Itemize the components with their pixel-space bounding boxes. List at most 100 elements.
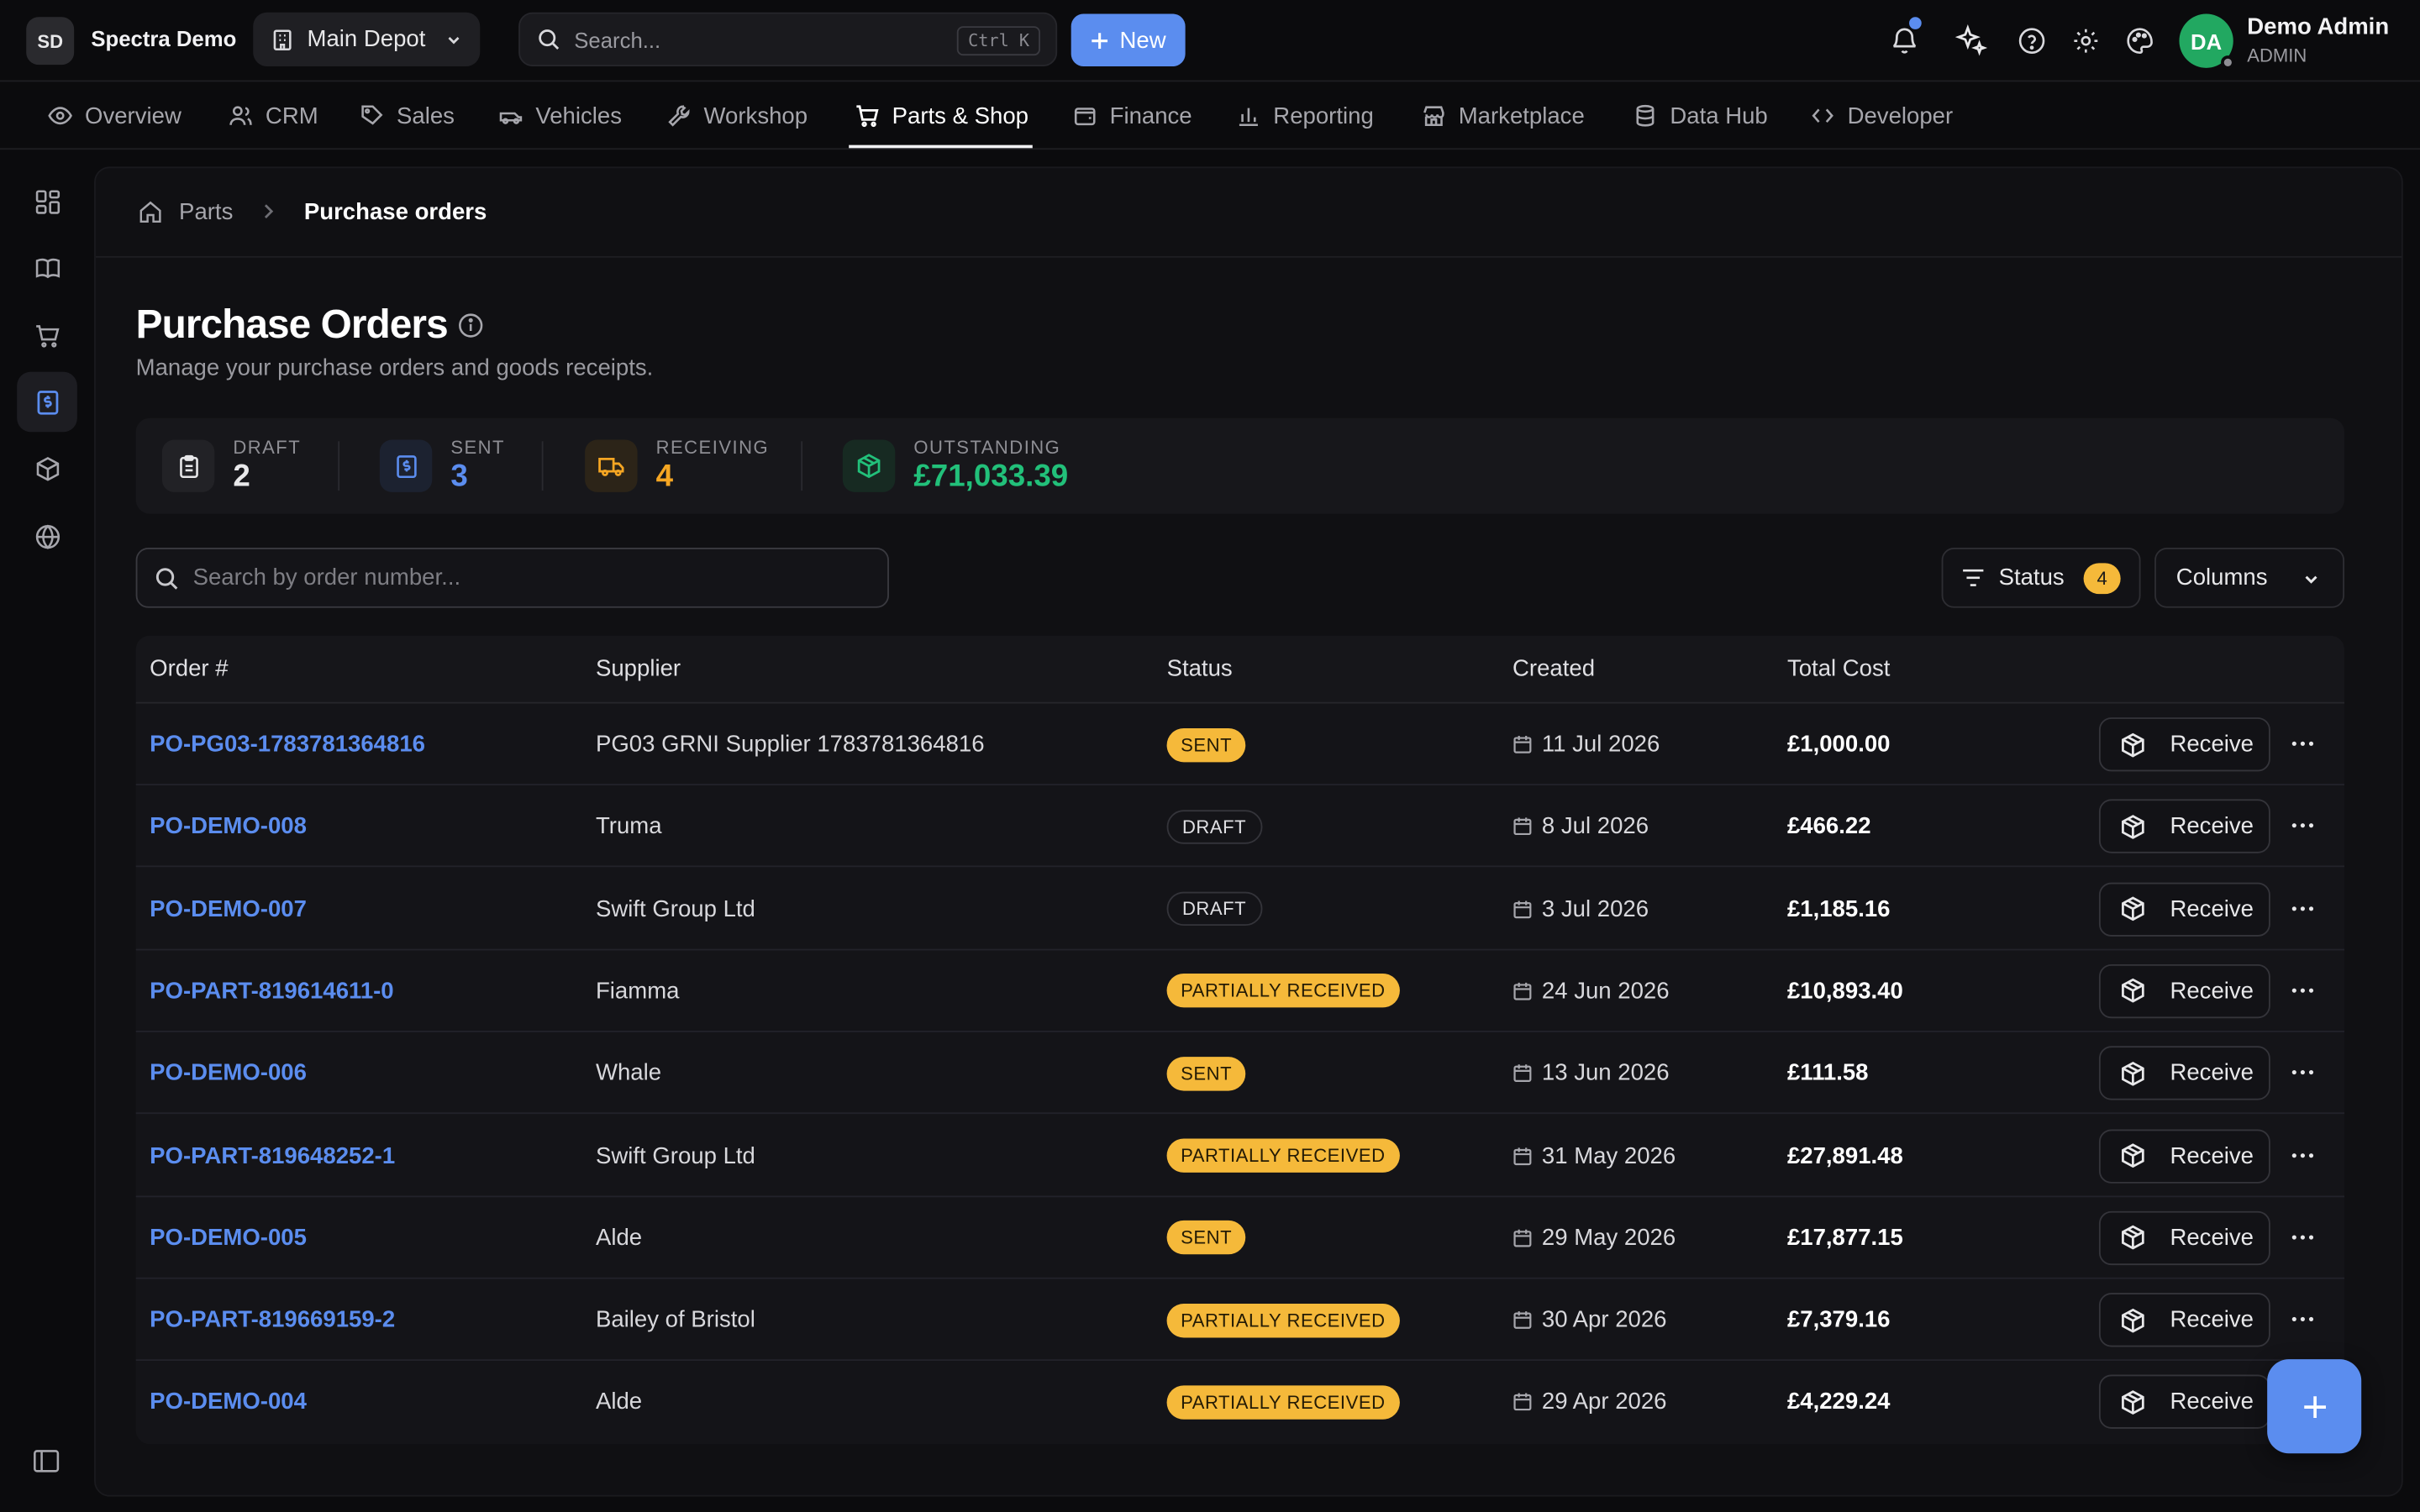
nav-overview[interactable]: Overview bbox=[48, 81, 182, 150]
row-actions-button[interactable] bbox=[2284, 890, 2321, 927]
table-row[interactable]: PO-DEMO-006 Whale SENT 13 Jun 2026 £111.58 Re… bbox=[135, 1032, 2345, 1115]
org-badge[interactable]: SD bbox=[26, 17, 75, 66]
global-search[interactable]: Search... Ctrl K bbox=[518, 12, 1058, 66]
column-header-order[interactable]: Order # bbox=[150, 656, 228, 682]
add-fab-button[interactable] bbox=[2267, 1359, 2362, 1454]
sidebar-toggle-button[interactable] bbox=[31, 1446, 62, 1477]
order-number-link[interactable]: PO-DEMO-006 bbox=[150, 1032, 307, 1114]
row-actions-button[interactable] bbox=[2284, 807, 2321, 844]
divider bbox=[541, 441, 544, 491]
depot-selector[interactable]: Main Depot bbox=[253, 12, 481, 66]
rail-inventory[interactable] bbox=[17, 438, 77, 499]
created-date: 31 May 2026 bbox=[1512, 1115, 1676, 1196]
divider bbox=[95, 255, 2402, 258]
nav-sales[interactable]: Sales bbox=[360, 81, 455, 150]
order-search-input[interactable]: Search by order number... bbox=[135, 548, 889, 608]
nav-parts-shop[interactable]: Parts & Shop bbox=[855, 81, 1028, 150]
table-row[interactable]: PO-DEMO-004 Alde PARTIALLY RECEIVED 29 Apr … bbox=[136, 1362, 2344, 1443]
order-number-link[interactable]: PO-PG03-1783781364816 bbox=[150, 704, 425, 785]
settings-button[interactable] bbox=[2066, 22, 2103, 59]
order-number-link[interactable]: PO-DEMO-007 bbox=[150, 868, 307, 949]
breadcrumb-parts[interactable]: Parts bbox=[179, 198, 233, 224]
receive-label: Receive bbox=[2170, 1224, 2254, 1252]
receive-button[interactable]: Receive bbox=[2098, 1293, 2270, 1347]
calendar-icon bbox=[1513, 1311, 1532, 1329]
order-number-link[interactable]: PO-PART-819669159-2 bbox=[150, 1279, 395, 1361]
stat-sent[interactable]: Sent 3 bbox=[379, 418, 506, 514]
row-actions-button[interactable] bbox=[2284, 972, 2321, 1009]
total-cost: £111.58 bbox=[1786, 1060, 1869, 1087]
gear-icon bbox=[2073, 28, 2097, 52]
truck-icon bbox=[585, 439, 638, 492]
receive-button[interactable]: Receive bbox=[2098, 799, 2270, 854]
status-cell: PARTIALLY RECEIVED bbox=[1166, 950, 1400, 1032]
nav-developer[interactable]: Developer bbox=[1810, 81, 1953, 150]
supplier-name: Fiamma bbox=[595, 978, 680, 1005]
stat-draft[interactable]: Draft 2 bbox=[161, 418, 301, 514]
rail-shop[interactable] bbox=[17, 306, 77, 366]
org-name[interactable]: Spectra Demo bbox=[91, 26, 236, 50]
user-avatar[interactable]: DA bbox=[2179, 13, 2235, 70]
status-filter-button[interactable]: Status 4 bbox=[1941, 548, 2141, 608]
more-horizontal-icon bbox=[2291, 1070, 2314, 1075]
rail-catalogue[interactable] bbox=[17, 238, 77, 298]
table-row[interactable]: PO-DEMO-007 Swift Group Ltd DRAFT 3 Jul 202… bbox=[135, 868, 2345, 950]
nav-workshop[interactable]: Workshop bbox=[666, 81, 808, 150]
ai-assistant-button[interactable] bbox=[1952, 22, 1989, 59]
receive-button[interactable]: Receive bbox=[2098, 1375, 2270, 1430]
table-row[interactable]: PO-DEMO-008 Truma DRAFT 8 Jul 2026 £466.22 Re… bbox=[135, 785, 2345, 868]
help-button[interactable] bbox=[2012, 22, 2049, 59]
row-actions-button[interactable] bbox=[2284, 1054, 2321, 1091]
table-row[interactable]: PO-PG03-1783781364816 PG03 GRNI Supplier … bbox=[135, 704, 2345, 785]
book-icon bbox=[34, 257, 60, 278]
receive-button[interactable]: Receive bbox=[2098, 963, 2270, 1019]
row-actions-button[interactable] bbox=[2284, 1301, 2321, 1338]
rail-web[interactable] bbox=[17, 506, 77, 566]
nav-reporting[interactable]: Reporting bbox=[1236, 81, 1374, 150]
row-actions-button[interactable] bbox=[2284, 1219, 2321, 1256]
table-row[interactable]: PO-PART-819614611-0 Fiamma PARTIALLY RECEI… bbox=[135, 950, 2345, 1032]
nav-finance[interactable]: Finance bbox=[1073, 81, 1192, 150]
stat-label: Sent bbox=[450, 436, 506, 459]
column-header-created[interactable]: Created bbox=[1512, 656, 1595, 682]
row-actions-button[interactable] bbox=[2284, 725, 2321, 762]
column-header-supplier[interactable]: Supplier bbox=[596, 656, 681, 682]
order-number-link[interactable]: PO-PART-819648252-1 bbox=[150, 1115, 395, 1196]
table-row[interactable]: PO-DEMO-005 Alde SENT 29 May 2026 £17,877.15… bbox=[135, 1197, 2345, 1279]
nav-marketplace[interactable]: Marketplace bbox=[1422, 81, 1585, 150]
rail-purchase-orders[interactable] bbox=[17, 371, 77, 433]
row-actions-button[interactable] bbox=[2284, 1137, 2321, 1173]
nav-vehicles[interactable]: Vehicles bbox=[498, 81, 622, 150]
nav-crm[interactable]: CRM bbox=[229, 81, 318, 150]
stat-receiving[interactable]: Receiving 4 bbox=[585, 418, 769, 514]
table-row[interactable]: PO-PART-819648252-1 Swift Group Ltd PARTIA… bbox=[135, 1115, 2345, 1197]
order-number-link[interactable]: PO-DEMO-004 bbox=[150, 1362, 307, 1443]
notifications-button[interactable] bbox=[1886, 17, 1923, 59]
status-cell: PARTIALLY RECEIVED bbox=[1166, 1279, 1400, 1361]
home-icon[interactable] bbox=[137, 198, 163, 224]
stat-outstanding[interactable]: Outstanding £71,033.39 bbox=[842, 418, 1068, 514]
created-date-text: 13 Jun 2026 bbox=[1541, 1060, 1670, 1087]
order-number-link[interactable]: PO-DEMO-005 bbox=[150, 1197, 307, 1278]
receive-label: Receive bbox=[2170, 1142, 2254, 1169]
receive-button[interactable]: Receive bbox=[2098, 881, 2270, 937]
columns-button[interactable]: Columns bbox=[2154, 548, 2345, 608]
column-header-total-cost[interactable]: Total Cost bbox=[1787, 656, 1891, 682]
status-cell: PARTIALLY RECEIVED bbox=[1166, 1362, 1400, 1443]
rail-dashboard[interactable] bbox=[17, 171, 77, 232]
user-name[interactable]: Demo Admin bbox=[2247, 14, 2389, 40]
receive-button[interactable]: Receive bbox=[2098, 1210, 2270, 1265]
receive-button[interactable]: Receive bbox=[2098, 717, 2270, 772]
package-icon bbox=[2122, 896, 2144, 921]
info-icon[interactable] bbox=[457, 312, 485, 347]
new-button[interactable]: New bbox=[1071, 13, 1186, 66]
theme-button[interactable] bbox=[2121, 22, 2158, 59]
column-header-status[interactable]: Status bbox=[1167, 656, 1233, 682]
created-date: 29 May 2026 bbox=[1512, 1197, 1676, 1278]
receive-button[interactable]: Receive bbox=[2098, 1128, 2270, 1183]
receive-button[interactable]: Receive bbox=[2098, 1046, 2270, 1100]
nav-data-hub[interactable]: Data Hub bbox=[1633, 81, 1768, 150]
order-number-link[interactable]: PO-DEMO-008 bbox=[150, 785, 307, 867]
order-number-link[interactable]: PO-PART-819614611-0 bbox=[150, 950, 393, 1032]
table-row[interactable]: PO-PART-819669159-2 Bailey of Bristol PART… bbox=[135, 1279, 2345, 1362]
